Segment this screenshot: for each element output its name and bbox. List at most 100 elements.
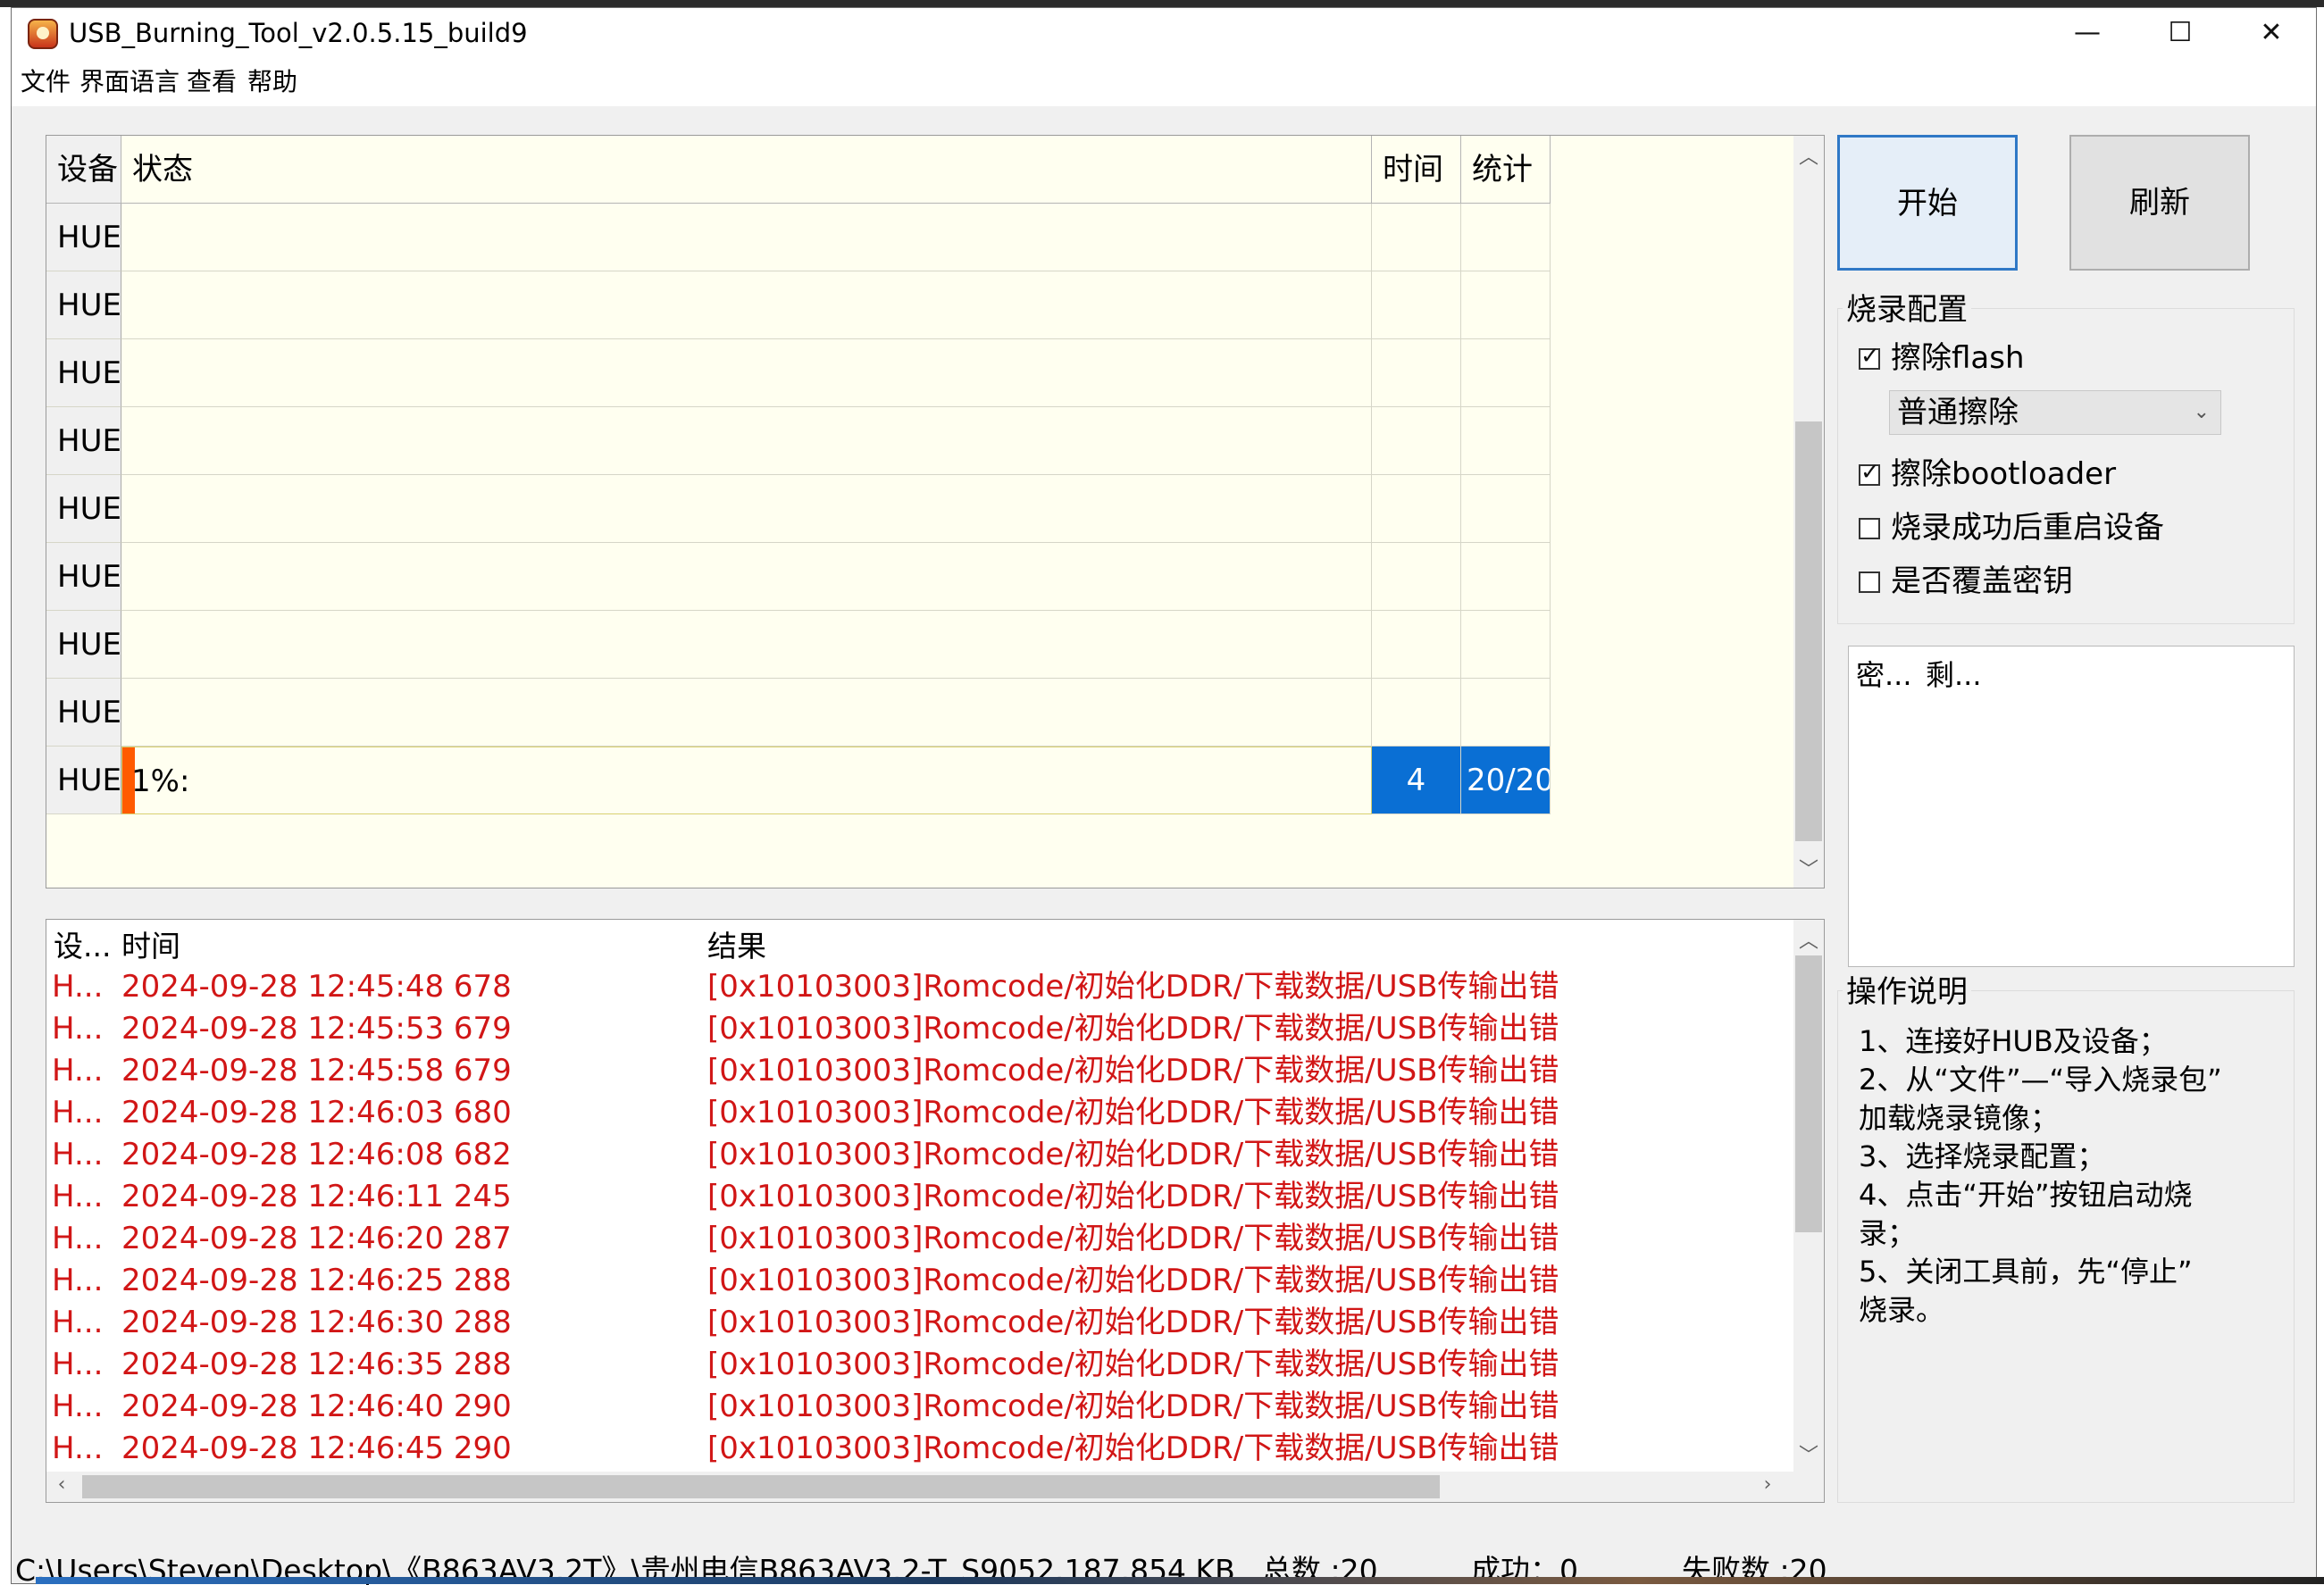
time-cell — [1372, 543, 1461, 611]
log-row[interactable]: H... 2024-09-28 12:46:11 245 [0x10103003… — [46, 1176, 1788, 1218]
log-row[interactable]: H... 2024-09-28 12:46:25 288 [0x10103003… — [46, 1260, 1788, 1302]
scroll-thumb[interactable] — [82, 1475, 1440, 1498]
help-line: 录； — [1859, 1216, 1917, 1250]
device-table-scrollbar[interactable]: ︿ ﹀ — [1793, 136, 1824, 888]
menu-file[interactable]: 文件 — [21, 67, 71, 97]
log-device: H... — [52, 1305, 104, 1340]
column-header-device[interactable]: 设备 — [46, 136, 121, 204]
log-device: H... — [52, 1221, 104, 1256]
scroll-up-icon[interactable]: ︿ — [1793, 925, 1824, 954]
checkbox-checked-icon — [1859, 457, 1880, 488]
status-cell — [121, 204, 1372, 271]
log-device: H... — [52, 1137, 104, 1172]
log-time: 2024-09-28 12:46:40 290 — [121, 1389, 512, 1424]
maximize-button[interactable]: ☐ — [2134, 8, 2227, 58]
log-row[interactable]: H... 2024-09-28 12:45:58 679 [0x10103003… — [46, 1050, 1788, 1092]
time-cell — [1372, 475, 1461, 543]
scroll-left-icon[interactable]: ‹ — [46, 1473, 77, 1496]
key-list[interactable]: 密... 剩... — [1848, 646, 2295, 967]
stats-cell-selected: 20/20 — [1461, 747, 1551, 814]
start-button[interactable]: 开始 — [1837, 135, 2018, 271]
log-device: H... — [52, 1011, 104, 1047]
erase-flash-label: 擦除flash — [1891, 340, 2025, 376]
status-cell — [121, 543, 1372, 611]
device-row[interactable]: HUE — [46, 679, 1556, 747]
log-result: [0x10103003]Romcode/初始化DDR/下载数据/USB传输出错 — [707, 1347, 1559, 1382]
log-horizontal-scrollbar[interactable]: ‹ › — [46, 1472, 1824, 1502]
log-time: 2024-09-28 12:46:35 288 — [121, 1347, 512, 1382]
device-row[interactable]: HUE — [46, 204, 1556, 271]
close-button[interactable]: ✕ — [2225, 8, 2318, 58]
log-header-time[interactable]: 时间 — [121, 927, 180, 966]
scroll-up-icon[interactable]: ︿ — [1793, 141, 1824, 170]
minimize-button[interactable]: — — [2041, 8, 2134, 58]
log-row[interactable]: H... 2024-09-28 12:45:53 679 [0x10103003… — [46, 1008, 1788, 1050]
time-cell — [1372, 271, 1461, 339]
key-column-header[interactable]: 密... — [1856, 657, 1912, 693]
log-table: 设... 时间 结果 H... 2024-09-28 12:45:48 678 … — [46, 919, 1825, 1503]
time-cell — [1372, 204, 1461, 271]
time-cell — [1372, 611, 1461, 679]
menu-language[interactable]: 界面语言 — [79, 67, 180, 97]
scroll-down-icon[interactable]: ﹀ — [1793, 1439, 1824, 1468]
reboot-after-checkbox[interactable]: 烧录成功后重启设备 — [1859, 508, 2164, 547]
log-time: 2024-09-28 12:46:20 287 — [121, 1221, 512, 1256]
log-result: [0x10103003]Romcode/初始化DDR/下载数据/USB传输出错 — [707, 1221, 1559, 1256]
device-row[interactable]: HUE — [46, 407, 1556, 475]
device-row[interactable]: HUE — [46, 271, 1556, 339]
log-row[interactable]: H... 2024-09-28 12:46:30 288 [0x10103003… — [46, 1302, 1788, 1344]
menu-help[interactable]: 帮助 — [247, 67, 297, 97]
device-row[interactable]: HUE — [46, 339, 1556, 407]
log-time: 2024-09-28 12:46:11 245 — [121, 1179, 512, 1214]
erase-mode-select[interactable]: 普通擦除 ⌄ — [1889, 390, 2221, 435]
scroll-thumb[interactable] — [1795, 955, 1822, 1232]
help-line: 3、选择烧录配置； — [1859, 1139, 2106, 1173]
log-header-result[interactable]: 结果 — [707, 927, 766, 966]
overwrite-key-label: 是否覆盖密钥 — [1891, 563, 2073, 599]
remaining-column-header[interactable]: 剩... — [1926, 657, 1982, 693]
column-header-status[interactable]: 状态 — [121, 136, 1372, 204]
time-cell — [1372, 339, 1461, 407]
log-device: H... — [52, 1053, 104, 1089]
erase-bootloader-label: 擦除bootloader — [1891, 456, 2117, 492]
column-header-time[interactable]: 时间 — [1372, 136, 1461, 204]
log-result: [0x10103003]Romcode/初始化DDR/下载数据/USB传输出错 — [707, 1263, 1559, 1298]
desktop-taskbar-edge — [36, 1577, 2324, 1584]
help-title: 操作说明 — [1843, 974, 1971, 1010]
scroll-right-icon[interactable]: › — [1752, 1473, 1783, 1496]
log-vertical-scrollbar[interactable]: ︿ ﹀ — [1793, 920, 1824, 1473]
log-result: [0x10103003]Romcode/初始化DDR/下载数据/USB传输出错 — [707, 1389, 1559, 1424]
log-row[interactable]: H... 2024-09-28 12:46:08 682 [0x10103003… — [46, 1134, 1788, 1176]
device-row[interactable]: HUE — [46, 611, 1556, 679]
scroll-down-icon[interactable]: ﹀ — [1793, 854, 1824, 882]
log-row[interactable]: H... 2024-09-28 12:46:40 290 [0x10103003… — [46, 1386, 1788, 1428]
help-line: 4、点击“开始”按钮启动烧 — [1859, 1178, 2193, 1212]
device-cell: HUE — [46, 271, 121, 339]
device-row[interactable]: HUE — [46, 543, 1556, 611]
erase-flash-checkbox[interactable]: 擦除flash — [1859, 338, 2025, 378]
column-header-stats[interactable]: 统计 — [1461, 136, 1551, 204]
log-row[interactable]: H... 2024-09-28 12:46:03 680 [0x10103003… — [46, 1092, 1788, 1134]
time-cell — [1372, 407, 1461, 475]
device-cell: HUE — [46, 611, 121, 679]
menu-view[interactable]: 查看 — [187, 67, 237, 97]
status-cell — [121, 611, 1372, 679]
log-result: [0x10103003]Romcode/初始化DDR/下载数据/USB传输出错 — [707, 1431, 1559, 1466]
erase-bootloader-checkbox[interactable]: 擦除bootloader — [1859, 455, 2116, 494]
log-row[interactable]: H... 2024-09-28 12:46:20 287 [0x10103003… — [46, 1218, 1788, 1260]
log-row[interactable]: H... 2024-09-28 12:46:45 290 [0x10103003… — [46, 1428, 1788, 1470]
device-cell: HUE — [46, 339, 121, 407]
device-row[interactable]: HUE — [46, 475, 1556, 543]
status-cell-progress: 1%: — [121, 747, 1372, 814]
desktop-top-edge — [0, 0, 2324, 7]
log-header-device[interactable]: 设... — [54, 927, 111, 966]
log-row[interactable]: H... 2024-09-28 12:46:35 288 [0x10103003… — [46, 1344, 1788, 1386]
refresh-button[interactable]: 刷新 — [2069, 135, 2250, 271]
overwrite-key-checkbox[interactable]: 是否覆盖密钥 — [1859, 562, 2073, 601]
device-row-active[interactable]: HUE 1%: 4 20/20 — [46, 747, 1556, 814]
device-cell: HUE — [46, 407, 121, 475]
log-time: 2024-09-28 12:46:45 290 — [121, 1431, 512, 1466]
scroll-thumb[interactable] — [1795, 421, 1822, 841]
log-time: 2024-09-28 12:46:30 288 — [121, 1305, 512, 1340]
log-row[interactable]: H... 2024-09-28 12:45:48 678 [0x10103003… — [46, 966, 1788, 1008]
